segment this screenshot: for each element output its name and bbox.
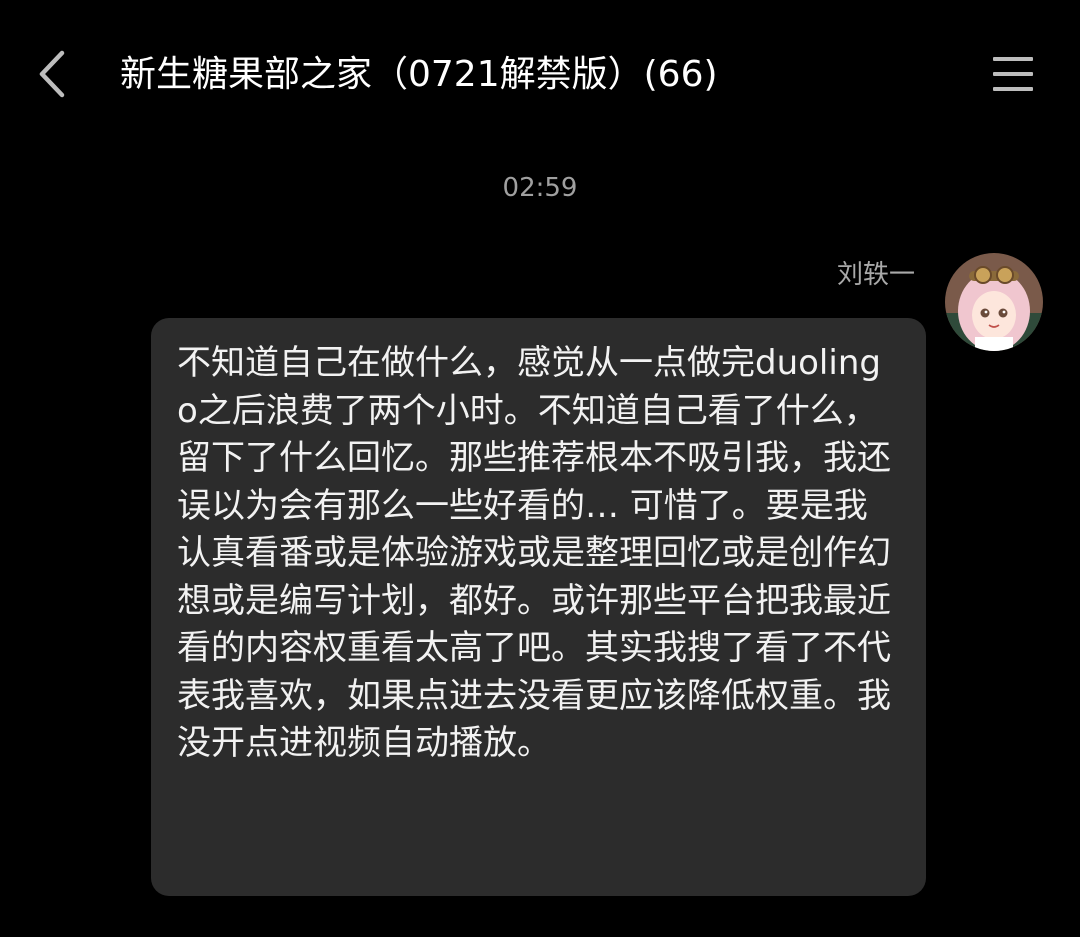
message-timestamp: 02:59	[502, 173, 578, 203]
chevron-left-icon	[39, 50, 65, 98]
chat-header: 新生糖果部之家（0721解禁版）(66)	[0, 0, 1080, 150]
back-button[interactable]	[30, 45, 80, 103]
message-text: 不知道自己在做什么，感觉从一点做完duolingo之后浪费了两个小时。不知道自己…	[177, 343, 891, 763]
hamburger-menu-icon	[993, 57, 1033, 91]
sender-name: 刘轶一	[836, 260, 915, 290]
avatar[interactable]	[945, 253, 1043, 351]
chat-title: 新生糖果部之家（0721解禁版）(66)	[120, 54, 718, 95]
anime-avatar-icon	[945, 253, 1043, 351]
menu-button[interactable]	[988, 52, 1038, 96]
message-bubble[interactable]: 不知道自己在做什么，感觉从一点做完duolingo之后浪费了两个小时。不知道自己…	[151, 318, 926, 896]
